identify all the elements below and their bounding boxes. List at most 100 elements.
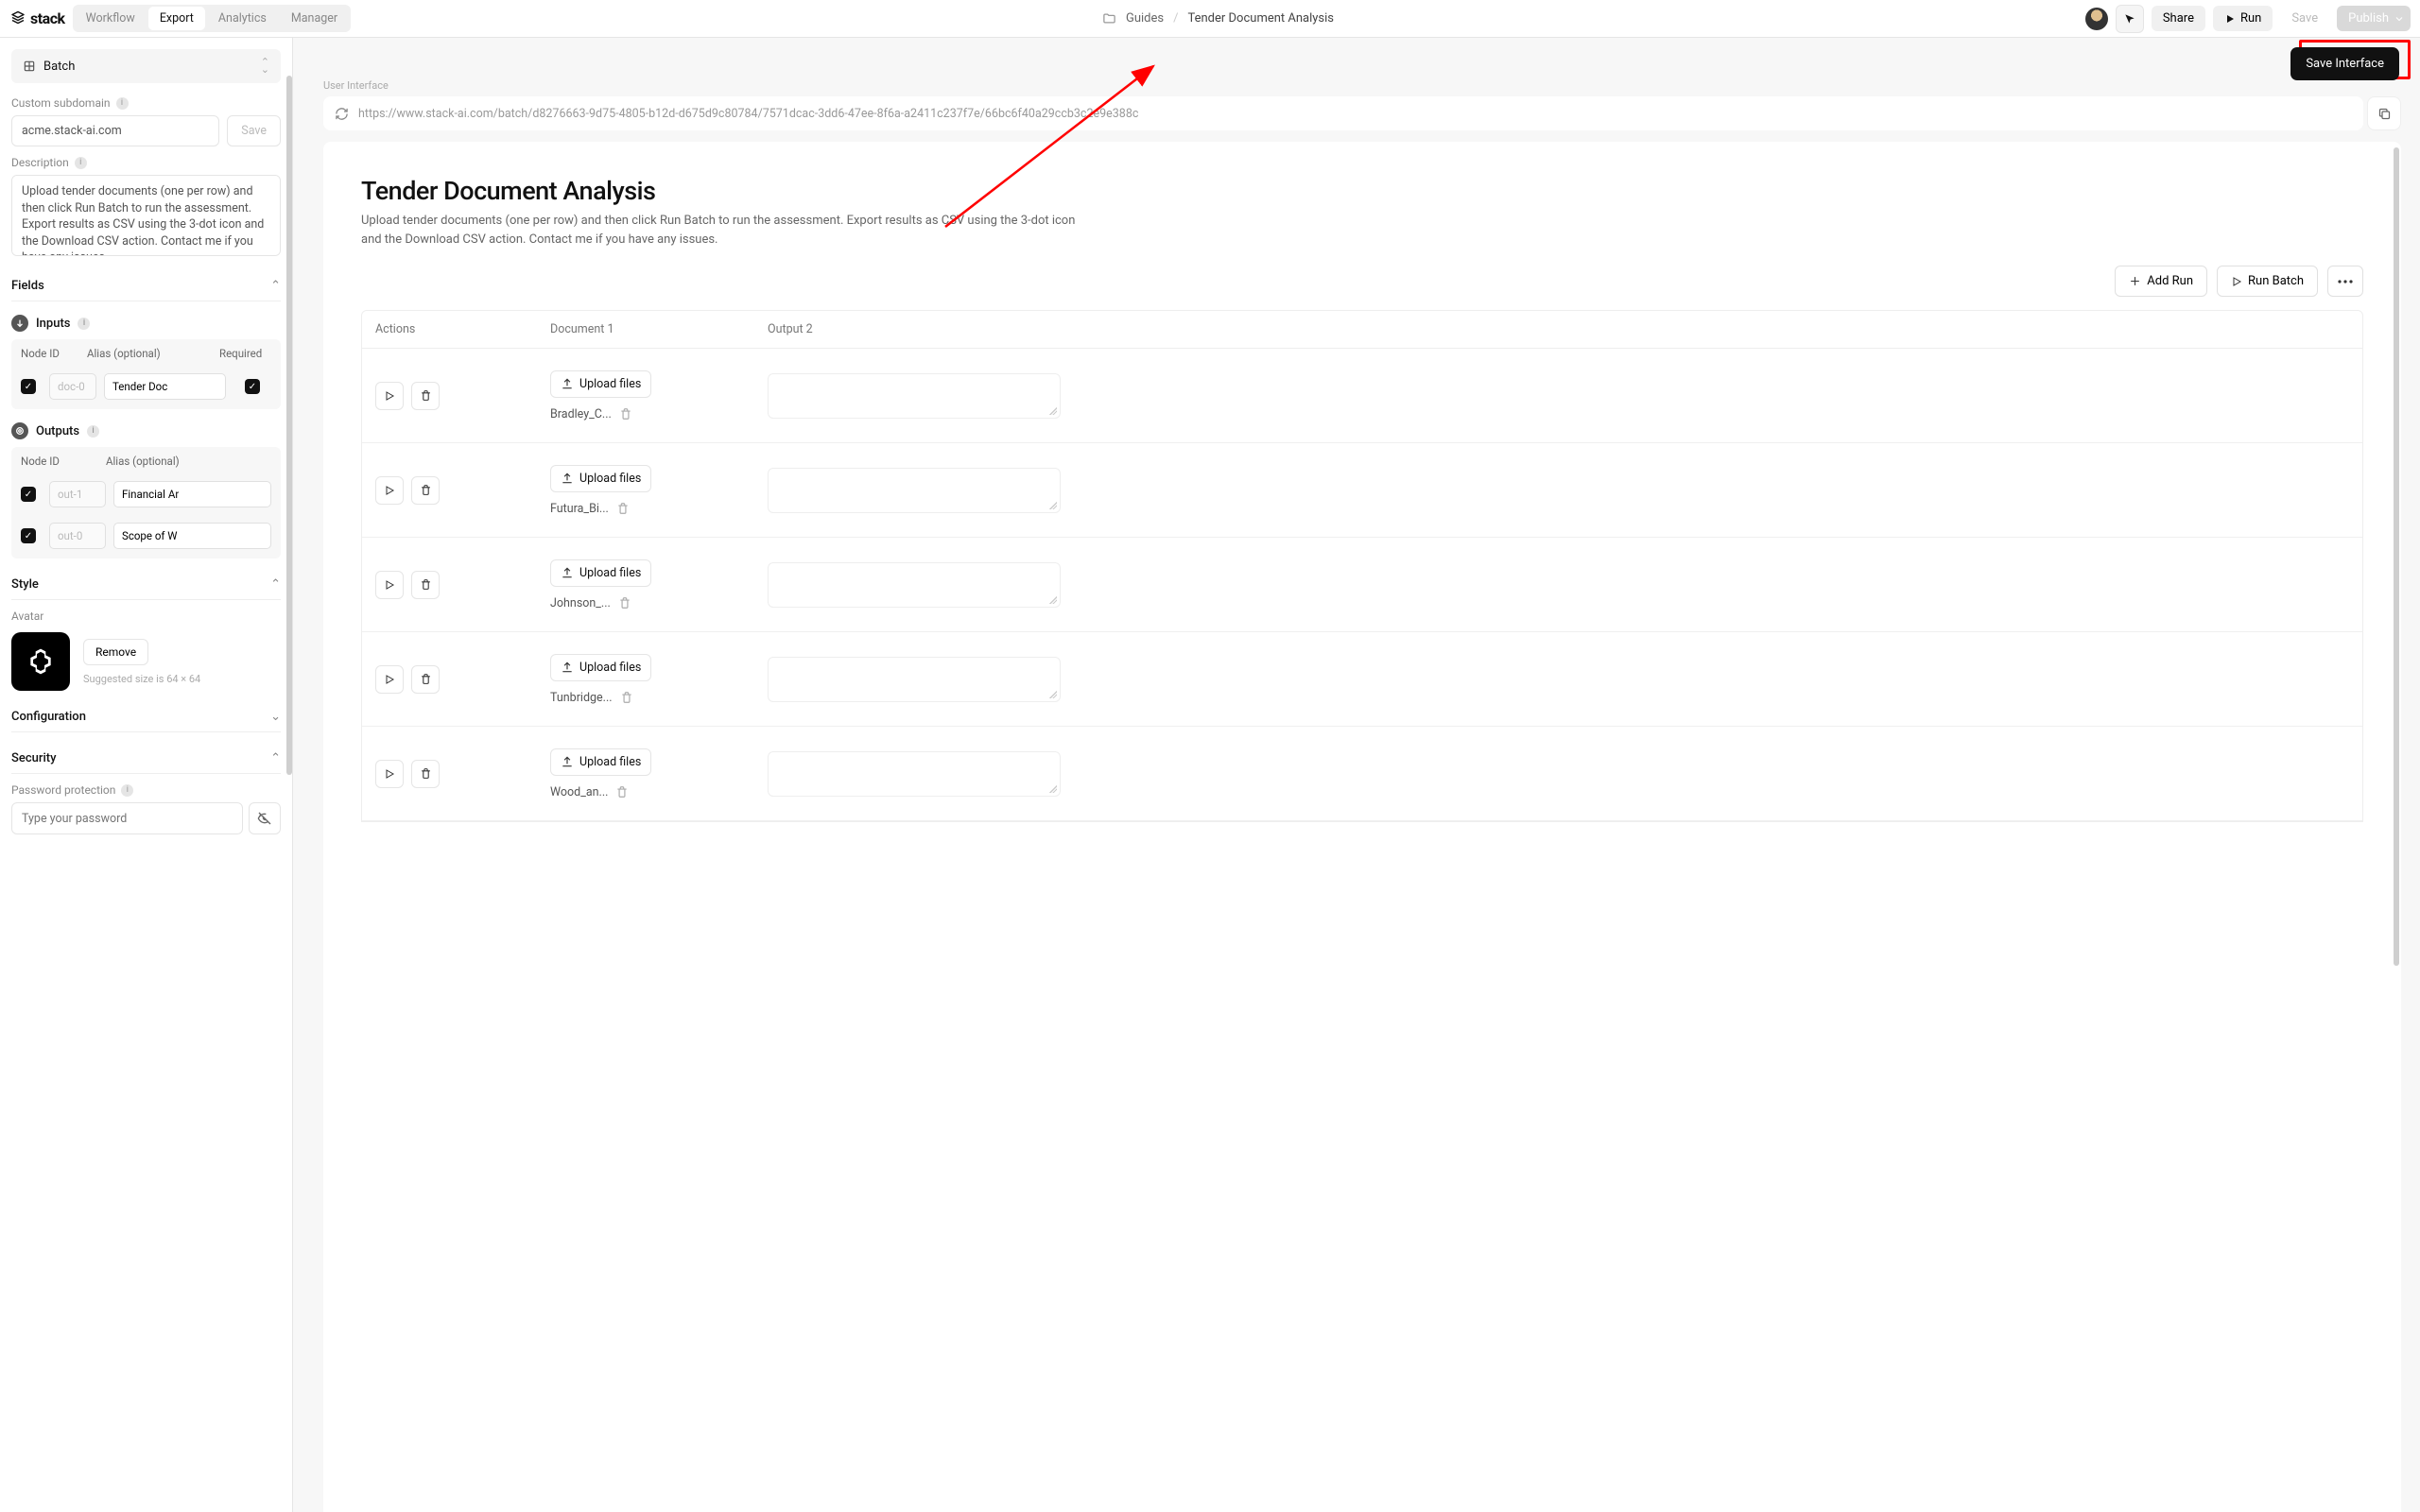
output-icon	[11, 422, 28, 439]
trash-icon	[420, 389, 432, 402]
upload-files-button[interactable]: Upload files	[550, 748, 651, 776]
run-row-button[interactable]	[375, 571, 404, 599]
delete-row-button[interactable]	[411, 665, 440, 694]
refresh-icon[interactable]	[335, 107, 349, 121]
copy-icon	[2377, 107, 2392, 121]
main-area: Save Interface User Interface https://ww…	[293, 38, 2420, 1512]
more-actions-button[interactable]	[2327, 266, 2363, 297]
output-cell[interactable]	[768, 468, 1061, 513]
user-avatar[interactable]	[2085, 8, 2108, 30]
table-row: Upload files Tunbridge...	[362, 632, 2362, 727]
table-row: Upload files Futura_Bi...	[362, 443, 2362, 538]
input-alias[interactable]	[104, 373, 226, 400]
scrollbar[interactable]	[2394, 147, 2399, 1512]
save-interface-button[interactable]: Save Interface	[2290, 47, 2399, 80]
chevron-up-icon: ⌃	[270, 279, 281, 293]
trash-icon	[420, 578, 432, 591]
run-row-button[interactable]	[375, 760, 404, 788]
upload-files-button[interactable]: Upload files	[550, 654, 651, 681]
file-item: Tunbridge...	[550, 691, 633, 705]
play-icon	[384, 674, 395, 685]
remove-file-button[interactable]	[620, 691, 633, 704]
run-batch-button[interactable]: Run Batch	[2217, 266, 2318, 297]
output-cell[interactable]	[768, 751, 1061, 797]
section-security[interactable]: Security ⌃	[11, 751, 281, 765]
play-icon	[2231, 276, 2242, 287]
info-icon: i	[121, 784, 133, 797]
cursor-button[interactable]	[2116, 5, 2144, 33]
section-fields[interactable]: Fields ⌃	[11, 279, 281, 293]
output-enabled-checkbox[interactable]: ✓	[21, 528, 36, 543]
tab-export[interactable]: Export	[148, 7, 205, 30]
delete-row-button[interactable]	[411, 571, 440, 599]
play-icon	[384, 579, 395, 591]
output-cell[interactable]	[768, 373, 1061, 419]
inputs-table: Node ID Alias (optional) Required ✓ ✓	[11, 339, 281, 409]
topbar-right: Share Run Save Publish	[2085, 5, 2411, 33]
add-run-button[interactable]: Add Run	[2115, 266, 2207, 297]
upload-files-button[interactable]: Upload files	[550, 465, 651, 492]
toggle-visibility-button[interactable]	[249, 802, 281, 834]
subdomain-input[interactable]	[11, 115, 219, 146]
tab-manager[interactable]: Manager	[280, 7, 349, 30]
dots-icon	[2338, 280, 2353, 284]
save-interface-wrap: Save Interface	[2290, 47, 2399, 80]
tab-workflow[interactable]: Workflow	[75, 7, 147, 30]
breadcrumb-page[interactable]: Tender Document Analysis	[1187, 11, 1334, 26]
url-text[interactable]: https://www.stack-ai.com/batch/d8276663-…	[358, 107, 1138, 121]
upload-files-button[interactable]: Upload files	[550, 370, 651, 398]
play-icon	[384, 485, 395, 496]
output-cell[interactable]	[768, 657, 1061, 702]
run-row-button[interactable]	[375, 382, 404, 410]
section-configuration[interactable]: Configuration ⌄	[11, 710, 281, 724]
remove-file-button[interactable]	[615, 785, 629, 799]
remove-avatar-button[interactable]: Remove	[83, 639, 148, 665]
upload-icon	[561, 377, 574, 390]
delete-row-button[interactable]	[411, 760, 440, 788]
copy-url-button[interactable]	[2367, 96, 2401, 130]
file-item: Bradley_C...	[550, 407, 632, 421]
tab-analytics[interactable]: Analytics	[207, 7, 278, 30]
share-button[interactable]: Share	[2152, 6, 2205, 31]
output-cell[interactable]	[768, 562, 1061, 608]
output-alias[interactable]	[113, 523, 271, 549]
delete-row-button[interactable]	[411, 382, 440, 410]
folder-icon	[1102, 11, 1116, 26]
pw-label: Password protection i	[11, 783, 281, 797]
save-button[interactable]: Save	[2280, 6, 2329, 31]
avatar-label: Avatar	[11, 610, 281, 623]
input-nodeid	[49, 373, 96, 400]
description-input[interactable]	[11, 175, 281, 256]
breadcrumb-root[interactable]: Guides	[1126, 11, 1164, 26]
interface-selector[interactable]: Batch ⌃⌄	[11, 49, 281, 83]
table-row: Upload files Johnson_...	[362, 538, 2362, 632]
upload-icon	[561, 661, 574, 674]
remove-file-button[interactable]	[618, 596, 631, 610]
run-row-button[interactable]	[375, 665, 404, 694]
inputs-title: Inputs i	[11, 315, 281, 332]
info-icon: i	[116, 97, 129, 110]
input-required-checkbox[interactable]: ✓	[245, 379, 260, 394]
remove-file-button[interactable]	[619, 407, 632, 421]
upload-icon	[561, 472, 574, 485]
run-button[interactable]: Run	[2213, 6, 2273, 31]
section-style[interactable]: Style ⌃	[11, 577, 281, 592]
password-input[interactable]	[11, 802, 243, 834]
info-icon: i	[87, 425, 99, 438]
publish-button[interactable]: Publish	[2337, 6, 2411, 31]
info-icon: i	[75, 157, 87, 169]
runs-table: Actions Document 1 Output 2 Upload files…	[361, 310, 2363, 822]
output-alias[interactable]	[113, 481, 271, 507]
trash-icon	[420, 484, 432, 496]
upload-files-button[interactable]: Upload files	[550, 559, 651, 587]
input-enabled-checkbox[interactable]: ✓	[21, 379, 36, 394]
preview-card: Tender Document Analysis Upload tender d…	[323, 142, 2401, 1512]
delete-row-button[interactable]	[411, 476, 440, 505]
table-row: Upload files Wood_an...	[362, 727, 2362, 821]
play-icon	[2224, 13, 2236, 25]
remove-file-button[interactable]	[616, 502, 630, 515]
output-enabled-checkbox[interactable]: ✓	[21, 487, 36, 502]
run-row-button[interactable]	[375, 476, 404, 505]
file-item: Wood_an...	[550, 785, 629, 799]
subdomain-save-button[interactable]: Save	[227, 115, 281, 146]
